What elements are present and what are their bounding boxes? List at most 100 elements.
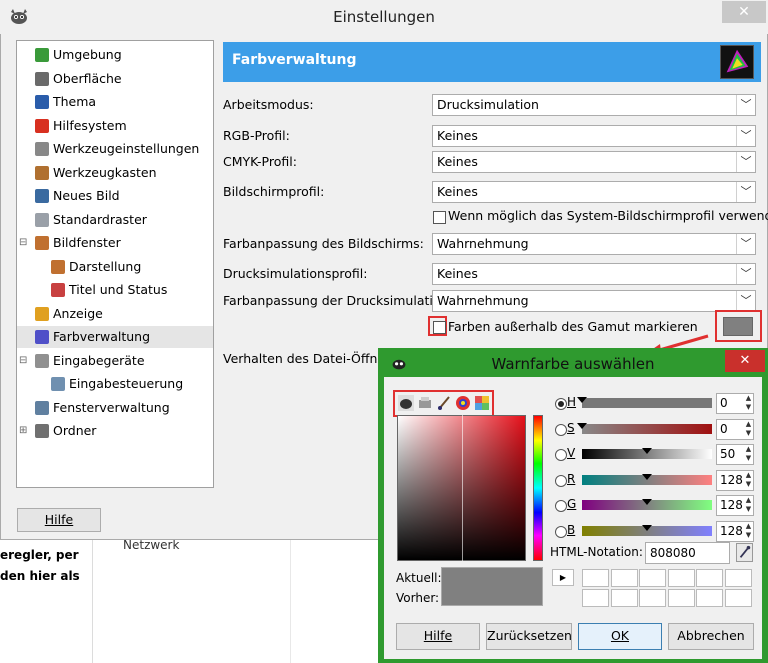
- color-history-slot[interactable]: [610, 589, 638, 607]
- sidebar-item[interactable]: Werkzeugeinstellungen: [17, 138, 213, 160]
- nav-item-icon: [35, 212, 49, 227]
- setting-dropdown[interactable]: Wahrnehmung ﹀: [432, 233, 756, 255]
- channel-radio[interactable]: [555, 398, 567, 410]
- sidebar-item[interactable]: Hilfesystem: [17, 115, 213, 137]
- slider-handle[interactable]: [577, 397, 587, 403]
- gamut-warning-checkbox[interactable]: [433, 321, 446, 334]
- channel-spinbox[interactable]: 128 ▲ ▼: [716, 495, 754, 516]
- channel-radio[interactable]: [555, 423, 567, 436]
- slider-handle[interactable]: [577, 422, 587, 429]
- cancel-button[interactable]: Abbrechen: [668, 623, 754, 650]
- color-history-slot[interactable]: [639, 569, 666, 587]
- setting-dropdown[interactable]: Wahrnehmung ﹀: [432, 290, 756, 312]
- channel-radio[interactable]: [555, 474, 567, 487]
- sidebar-item[interactable]: Titel und Status: [17, 279, 213, 301]
- setting-dropdown[interactable]: Drucksimulation ﹀: [432, 94, 756, 116]
- color-help-button[interactable]: Hilfe: [396, 623, 480, 650]
- nav-item-icon: [35, 400, 49, 415]
- sidebar-item[interactable]: Oberfläche: [17, 68, 213, 90]
- sidebar-item[interactable]: Farbverwaltung: [17, 326, 213, 348]
- tree-expander-icon[interactable]: ⊟: [19, 350, 27, 372]
- channel-spinbox[interactable]: 0 ▲ ▼: [716, 393, 754, 414]
- hue-strip[interactable]: [533, 415, 543, 561]
- channel-slider[interactable]: [582, 448, 712, 459]
- add-to-history-button[interactable]: ▶: [552, 569, 574, 586]
- channel-slider[interactable]: [577, 422, 712, 434]
- color-history-slot[interactable]: [610, 569, 638, 587]
- slider-handle[interactable]: [642, 524, 652, 531]
- sidebar-item-label: Neues Bild: [53, 188, 120, 203]
- channel-radio[interactable]: [555, 449, 567, 461]
- watercolor-tab-icon[interactable]: [436, 395, 452, 411]
- ok-label: OK: [610, 628, 630, 643]
- channel-slider[interactable]: [582, 473, 712, 485]
- ok-button[interactable]: OK: [578, 623, 662, 650]
- channel-spinbox[interactable]: 50 ▲ ▼: [716, 444, 754, 465]
- slider-handle[interactable]: [642, 448, 652, 454]
- reset-button[interactable]: Zurücksetzen: [486, 623, 572, 650]
- chevron-down-icon: ﹀: [736, 95, 755, 115]
- nav-item-icon: [35, 353, 49, 368]
- sidebar-item[interactable]: Standardraster: [17, 209, 213, 231]
- sidebar-item-label: Standardraster: [53, 211, 147, 227]
- gimp-selector-tab-icon[interactable]: [398, 395, 414, 411]
- color-picker-icon[interactable]: [736, 543, 753, 562]
- sidebar-item[interactable]: Werkzeugkasten: [17, 162, 213, 184]
- sidebar-item[interactable]: ⊞ Ordner: [17, 420, 213, 442]
- color-history-slot[interactable]: [639, 589, 666, 607]
- color-history-slot[interactable]: [696, 589, 723, 607]
- slider-handle[interactable]: [642, 499, 652, 505]
- background-divider: [290, 540, 291, 663]
- color-history-slot[interactable]: [667, 569, 695, 587]
- channel-spinbox[interactable]: 128 ▲ ▼: [716, 469, 754, 491]
- setting-label: RGB-Profil:: [223, 128, 290, 143]
- sidebar-item[interactable]: ⊟ Eingabegeräte: [17, 350, 213, 372]
- sidebar-item[interactable]: Fensterverwaltung: [17, 397, 213, 419]
- slider-handle[interactable]: [642, 473, 652, 480]
- wheel-tab-icon[interactable]: [455, 395, 471, 411]
- channel-radio[interactable]: [555, 500, 567, 512]
- channel-slider[interactable]: [582, 524, 712, 536]
- cmyk-tab-icon[interactable]: [417, 395, 433, 411]
- system-profile-checkbox[interactable]: [433, 211, 446, 224]
- spin-arrows-icon[interactable]: ▲ ▼: [744, 496, 753, 515]
- sidebar-item[interactable]: Umgebung: [17, 44, 213, 66]
- sidebar-item[interactable]: Eingabesteuerung: [17, 373, 213, 395]
- setting-dropdown[interactable]: Keines ﹀: [432, 125, 756, 147]
- spin-arrows-icon[interactable]: ▲ ▼: [744, 394, 753, 413]
- sidebar-item[interactable]: Neues Bild: [17, 185, 213, 207]
- color-dialog-close-button[interactable]: ✕: [725, 350, 765, 372]
- color-management-icon: [720, 45, 754, 79]
- spin-arrows-icon[interactable]: ▲ ▼: [744, 445, 753, 464]
- channel-spinbox[interactable]: 0 ▲ ▼: [716, 418, 754, 440]
- color-history-slot[interactable]: [582, 589, 609, 607]
- help-button[interactable]: Hilfe: [17, 508, 101, 532]
- sidebar-item[interactable]: Darstellung: [17, 256, 213, 278]
- sidebar-item[interactable]: Anzeige: [17, 303, 213, 325]
- spin-arrows-icon[interactable]: ▲ ▼: [744, 522, 753, 541]
- channel-slider[interactable]: [577, 397, 712, 408]
- channel-radio[interactable]: [555, 525, 567, 538]
- preferences-nav-tree: Umgebung Oberfläche Thema Hilfesystem Werkze…: [16, 40, 214, 488]
- color-history-slot[interactable]: [582, 569, 609, 587]
- color-history-slot[interactable]: [724, 569, 752, 587]
- warning-color-swatch[interactable]: [723, 317, 753, 336]
- sidebar-item[interactable]: Thema: [17, 91, 213, 113]
- spin-arrows-icon[interactable]: ▲ ▼: [744, 471, 753, 490]
- channel-slider[interactable]: [582, 499, 712, 510]
- nav-item-icon: [35, 424, 49, 438]
- tree-expander-icon[interactable]: ⊞: [19, 420, 27, 442]
- tree-expander-icon[interactable]: ⊟: [19, 232, 27, 254]
- setting-dropdown[interactable]: Keines ﹀: [432, 181, 756, 203]
- color-history-slot[interactable]: [696, 569, 723, 587]
- setting-dropdown[interactable]: Keines ﹀: [432, 151, 756, 173]
- channel-spinbox[interactable]: 128 ▲ ▼: [716, 520, 754, 542]
- spin-arrows-icon[interactable]: ▲ ▼: [744, 420, 753, 439]
- color-history-slot[interactable]: [667, 589, 695, 607]
- html-notation-input[interactable]: 808080: [645, 542, 730, 564]
- palette-tab-icon[interactable]: [474, 395, 490, 411]
- sidebar-item[interactable]: ⊟ Bildfenster: [17, 232, 213, 254]
- close-button[interactable]: ✕: [722, 1, 766, 23]
- color-history-slot[interactable]: [724, 589, 752, 607]
- setting-dropdown[interactable]: Keines ﹀: [432, 263, 756, 285]
